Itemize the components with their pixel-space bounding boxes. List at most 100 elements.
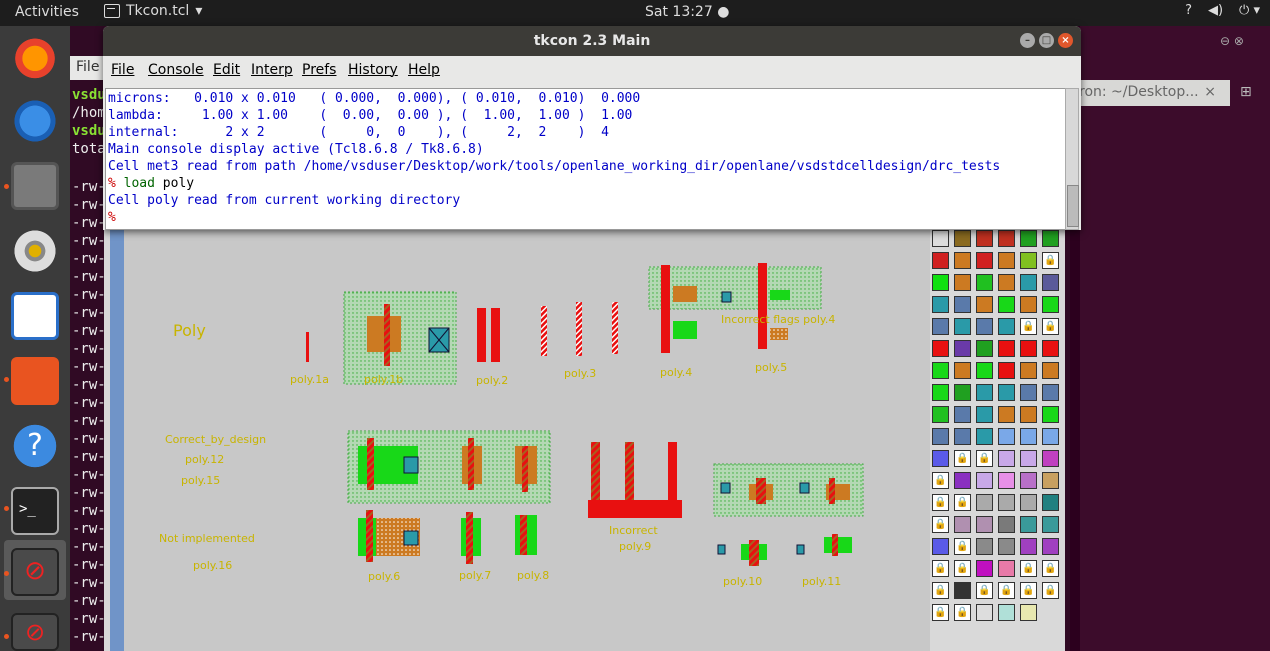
layer-swatch[interactable] bbox=[1042, 538, 1059, 555]
files-icon[interactable] bbox=[11, 162, 59, 210]
power-icon[interactable]: ⏻ ▾ bbox=[1239, 3, 1260, 18]
layer-swatch[interactable] bbox=[1020, 274, 1037, 291]
layer-swatch[interactable] bbox=[932, 538, 949, 555]
layer-swatch[interactable] bbox=[954, 428, 971, 445]
new-tab-icon[interactable]: ⊞ bbox=[1240, 84, 1252, 100]
layer-swatch[interactable]: 🔒 bbox=[932, 582, 949, 599]
layer-swatch[interactable] bbox=[1020, 230, 1037, 247]
title-bar[interactable]: tkcon 2.3 Main – □ × bbox=[103, 26, 1081, 56]
layer-swatch[interactable] bbox=[954, 252, 971, 269]
layer-swatch[interactable] bbox=[954, 318, 971, 335]
layer-swatch[interactable] bbox=[1020, 362, 1037, 379]
layer-swatch[interactable] bbox=[976, 296, 993, 313]
clock[interactable]: Sat 13:27 ● bbox=[645, 4, 729, 20]
close-tab-icon[interactable]: × bbox=[1204, 84, 1216, 100]
layer-swatch[interactable] bbox=[932, 362, 949, 379]
layer-swatch[interactable] bbox=[1020, 472, 1037, 489]
layer-swatch[interactable] bbox=[998, 340, 1015, 357]
app-menu[interactable]: Tkcon.tcl ▾ bbox=[104, 3, 202, 19]
layer-swatch[interactable]: 🔒 bbox=[954, 560, 971, 577]
tk-window-icon-2[interactable]: ⊘ bbox=[11, 613, 59, 651]
menu-file[interactable]: File bbox=[111, 62, 134, 78]
layer-swatch[interactable] bbox=[932, 340, 949, 357]
layer-swatch[interactable]: 🔒 bbox=[976, 582, 993, 599]
software-center-icon[interactable] bbox=[11, 357, 59, 405]
layer-swatch[interactable] bbox=[998, 516, 1015, 533]
minimize-icon[interactable]: – bbox=[1020, 33, 1035, 48]
layer-swatch[interactable] bbox=[1020, 450, 1037, 467]
scrollbar-thumb[interactable] bbox=[1067, 185, 1079, 227]
layer-swatch[interactable] bbox=[1042, 472, 1059, 489]
tk-window-icon[interactable]: ⊘ bbox=[11, 548, 59, 596]
window-controls[interactable]: ⊖ ⊗ bbox=[1220, 34, 1244, 48]
layer-swatch[interactable]: 🔒 bbox=[998, 582, 1015, 599]
layer-swatch[interactable] bbox=[976, 472, 993, 489]
layer-swatch[interactable]: 🔒 bbox=[1042, 582, 1059, 599]
layer-swatch[interactable] bbox=[998, 428, 1015, 445]
layer-swatch[interactable] bbox=[998, 230, 1015, 247]
layer-swatch[interactable] bbox=[976, 340, 993, 357]
menu-console[interactable]: Console bbox=[148, 62, 204, 78]
layer-swatch[interactable] bbox=[976, 494, 993, 511]
menu-help[interactable]: Help bbox=[408, 62, 440, 78]
system-tray[interactable]: ? ◀) ⏻ ▾ bbox=[1185, 3, 1260, 18]
layer-swatch[interactable] bbox=[998, 560, 1015, 577]
layer-swatch[interactable] bbox=[1020, 340, 1037, 357]
layer-swatch[interactable] bbox=[976, 604, 993, 621]
layer-swatch[interactable] bbox=[1020, 252, 1037, 269]
layer-swatch[interactable]: 🔒 bbox=[976, 450, 993, 467]
layer-swatch[interactable] bbox=[932, 230, 949, 247]
layer-swatch[interactable] bbox=[932, 450, 949, 467]
activities-button[interactable]: Activities bbox=[15, 4, 79, 20]
layer-swatch[interactable] bbox=[998, 296, 1015, 313]
layer-swatch[interactable] bbox=[976, 516, 993, 533]
layer-swatch[interactable]: 🔒 bbox=[954, 494, 971, 511]
tkcon-window[interactable]: tkcon 2.3 Main – □ × File Console Edit I… bbox=[103, 26, 1081, 230]
layer-swatch[interactable] bbox=[998, 406, 1015, 423]
layer-swatch[interactable] bbox=[976, 384, 993, 401]
layer-swatch[interactable] bbox=[976, 230, 993, 247]
layer-swatch[interactable] bbox=[998, 274, 1015, 291]
layer-swatch[interactable] bbox=[998, 450, 1015, 467]
layer-swatch[interactable] bbox=[932, 406, 949, 423]
layer-swatch[interactable] bbox=[998, 604, 1015, 621]
menu-edit[interactable]: Edit bbox=[213, 62, 240, 78]
layer-swatch[interactable] bbox=[976, 560, 993, 577]
layer-swatch[interactable] bbox=[932, 296, 949, 313]
layer-swatch[interactable] bbox=[976, 538, 993, 555]
layer-swatch[interactable]: 🔒 bbox=[1020, 560, 1037, 577]
layer-swatch[interactable] bbox=[932, 274, 949, 291]
menu-history[interactable]: History bbox=[348, 62, 398, 78]
layer-swatch[interactable] bbox=[1020, 538, 1037, 555]
layer-swatch[interactable] bbox=[932, 384, 949, 401]
layer-swatch[interactable] bbox=[1020, 384, 1037, 401]
menu-file[interactable]: File bbox=[76, 59, 99, 75]
layer-palette[interactable]: 🔒 🔒 🔒 🔒 🔒 🔒 🔒 🔒 🔒 🔒 🔒 🔒 🔒 🔒 🔒 🔒 🔒 🔒 🔒 🔒 🔒 bbox=[930, 228, 1065, 651]
layer-swatch[interactable] bbox=[976, 362, 993, 379]
close-icon[interactable]: × bbox=[1058, 33, 1073, 48]
layer-swatch[interactable]: 🔒 bbox=[954, 604, 971, 621]
layer-swatch[interactable]: 🔒 bbox=[1042, 318, 1059, 335]
writer-icon[interactable] bbox=[11, 292, 59, 340]
layer-swatch[interactable] bbox=[954, 296, 971, 313]
menu-interp[interactable]: Interp bbox=[251, 62, 293, 78]
layer-swatch[interactable]: 🔒 bbox=[954, 538, 971, 555]
layer-swatch[interactable] bbox=[1042, 274, 1059, 291]
layer-swatch[interactable] bbox=[1042, 340, 1059, 357]
layer-swatch[interactable]: 🔒 bbox=[932, 560, 949, 577]
layer-swatch[interactable] bbox=[932, 428, 949, 445]
layer-swatch[interactable] bbox=[998, 494, 1015, 511]
layout-canvas[interactable]: Poly poly.1a poly.1b poly.2 poly.3 poly.… bbox=[104, 228, 930, 651]
layer-swatch[interactable]: 🔒 bbox=[1020, 582, 1037, 599]
help-icon[interactable]: ? bbox=[1185, 3, 1192, 18]
rhythmbox-icon[interactable] bbox=[11, 227, 59, 275]
layer-swatch[interactable]: 🔒 bbox=[932, 472, 949, 489]
layer-swatch[interactable]: 🔒 bbox=[932, 494, 949, 511]
layer-swatch[interactable]: 🔒 bbox=[1042, 252, 1059, 269]
scrollbar[interactable] bbox=[1065, 88, 1079, 230]
help-app-icon[interactable]: ? bbox=[11, 422, 59, 470]
layer-swatch[interactable] bbox=[1042, 406, 1059, 423]
input-prompt[interactable]: % bbox=[108, 209, 116, 226]
layer-swatch[interactable]: 🔒 bbox=[932, 604, 949, 621]
layer-swatch[interactable] bbox=[1042, 450, 1059, 467]
